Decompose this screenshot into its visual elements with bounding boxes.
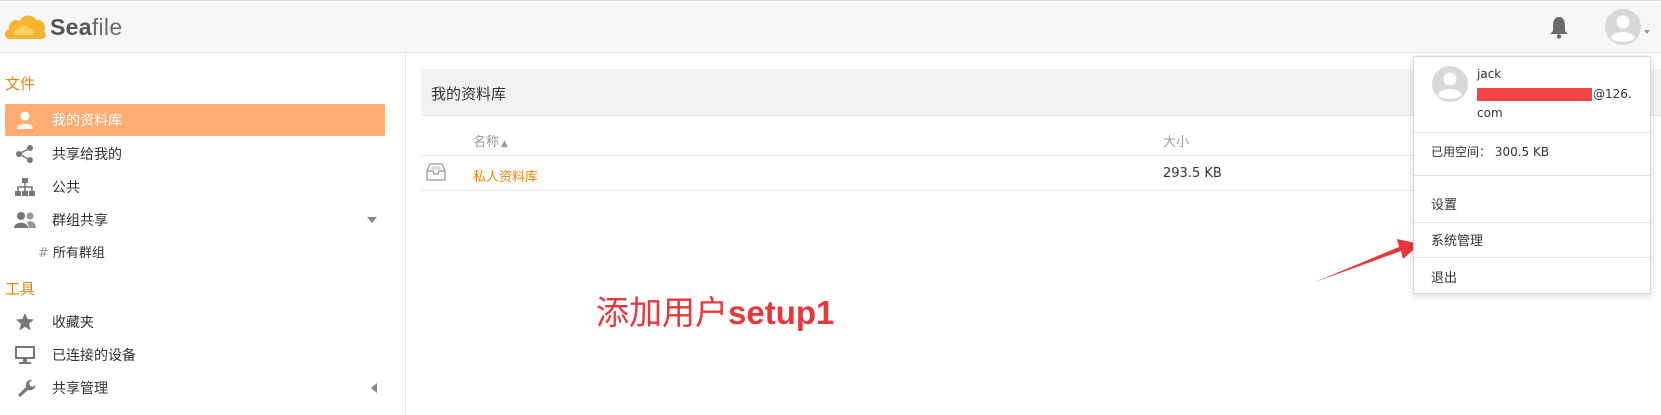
caret-down-icon [1644, 30, 1650, 34]
user-avatar-button[interactable] [1603, 6, 1651, 48]
menu-divider [1414, 257, 1650, 258]
sidebar-item-my-libraries[interactable]: 我的资料库 [5, 104, 385, 136]
space-used-text: 已用空间： 300.5 KB [1431, 145, 1550, 159]
seafile-logo[interactable]: Seafile [2, 7, 122, 47]
sidebar: 文件 我的资料库 共享给我的 公共 群组共享 # 所有群组 工具 收藏夹 已连接… [0, 53, 406, 415]
star-icon [13, 311, 37, 333]
table-divider [421, 155, 1413, 156]
menu-divider [1414, 175, 1650, 176]
logo-text-bold: Sea [50, 13, 92, 40]
page-title: 我的资料库 [431, 85, 507, 103]
chevron-down-icon[interactable] [367, 217, 377, 223]
email-suffix: @126. [1593, 87, 1632, 101]
avatar [1432, 66, 1468, 102]
sidebar-subitem-label: 所有群组 [52, 246, 105, 261]
sidebar-item-shared-with-me[interactable]: 共享给我的 [5, 138, 385, 170]
bell-icon[interactable] [1548, 15, 1570, 39]
logo-text-light: file [91, 13, 123, 40]
sidebar-item-favorites[interactable]: 收藏夹 [5, 306, 385, 338]
column-header-name[interactable]: 名称 ▲ [473, 131, 508, 150]
menu-item-system-admin[interactable]: 系统管理 [1431, 230, 1483, 249]
sidebar-item-public[interactable]: 公共 [5, 171, 385, 203]
annotation-prefix: 添加用户 [596, 293, 728, 332]
chevron-left-icon[interactable] [371, 383, 377, 393]
wrench-icon [13, 377, 37, 399]
user-avatar-icon [1605, 9, 1650, 45]
sidebar-item-label: 公共 [52, 180, 80, 196]
tools-section-title: 工具 [5, 280, 36, 298]
user-email-line2: com [1477, 106, 1503, 120]
sidebar-item-devices[interactable]: 已连接的设备 [5, 339, 385, 371]
sidebar-item-label: 我的资料库 [52, 113, 122, 129]
table-row-divider [421, 190, 1413, 191]
monitor-icon [13, 344, 37, 366]
sidebar-item-share-admin[interactable]: 共享管理 [5, 372, 385, 404]
top-header: Seafile [0, 0, 1661, 53]
sort-asc-icon: ▲ [501, 139, 508, 149]
cloud-logo-icon [4, 15, 46, 40]
library-size: 293.5 KB [1163, 166, 1222, 181]
column-name-label: 名称 [473, 135, 500, 150]
files-section-title: 文件 [5, 75, 36, 93]
user-name: jack [1477, 67, 1502, 81]
sidebar-item-label: 已连接的设备 [52, 348, 136, 364]
sitemap-icon [13, 176, 37, 198]
hash-icon: # [38, 246, 49, 261]
user-dropdown-menu: jack @126. com 已用空间： 300.5 KB 设置 系统管理 退出 [1413, 56, 1651, 294]
library-name-link[interactable]: 私人资料库 [473, 166, 538, 185]
sidebar-item-groups[interactable]: 群组共享 [5, 204, 385, 236]
annotation-suffix: setup1 [728, 294, 835, 331]
sidebar-item-label: 共享给我的 [52, 147, 122, 163]
annotation-text: 添加用户setup1 [596, 286, 834, 334]
redaction-bar [1477, 87, 1592, 101]
sidebar-item-label: 收藏夹 [52, 315, 94, 331]
sidebar-subitem-all-groups[interactable]: # 所有群组 [38, 242, 105, 261]
user-email: @126. [1477, 87, 1632, 101]
group-icon [13, 209, 37, 231]
menu-item-settings[interactable]: 设置 [1431, 194, 1457, 213]
sidebar-item-label: 群组共享 [52, 213, 108, 229]
menu-item-logout[interactable]: 退出 [1431, 267, 1457, 286]
menu-divider [1414, 132, 1650, 133]
share-icon [13, 143, 37, 165]
sidebar-item-label: 共享管理 [52, 381, 108, 397]
library-icon [426, 163, 446, 181]
menu-divider [1414, 222, 1650, 223]
user-icon [13, 109, 37, 131]
column-header-size[interactable]: 大小 [1163, 131, 1189, 150]
